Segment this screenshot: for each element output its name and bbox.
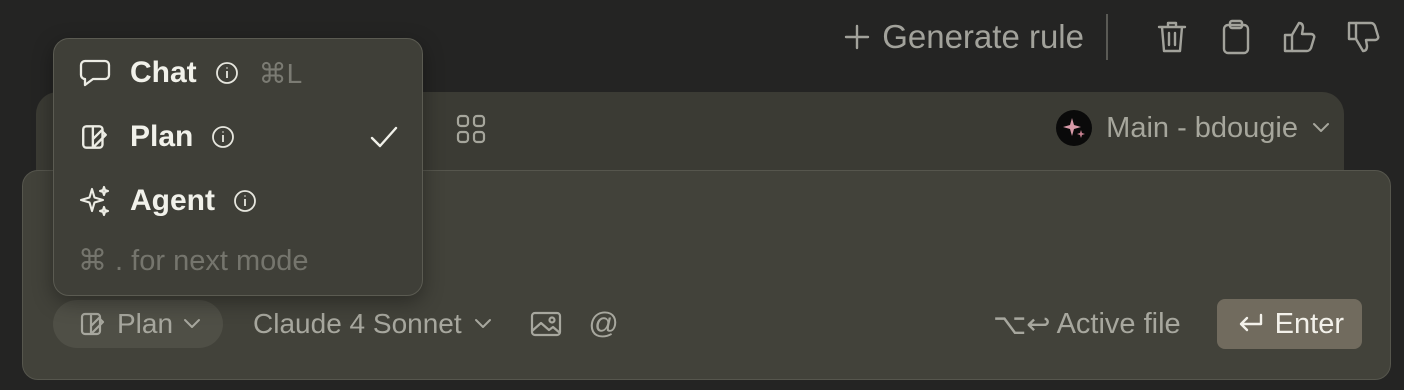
model-label: Claude 4 Sonnet	[253, 308, 462, 339]
mode-selector[interactable]: Plan	[53, 300, 224, 348]
chevron-down-icon	[1312, 122, 1330, 134]
plan-icon	[78, 120, 112, 154]
chevron-down-icon	[474, 318, 492, 330]
enter-button[interactable]: Enter	[1216, 299, 1362, 349]
top-toolbar: Generate rule	[836, 12, 1386, 62]
menu-item-label: Agent	[130, 184, 215, 217]
active-file-shortcut: ⌥↩	[992, 308, 1051, 341]
info-icon[interactable]	[211, 125, 235, 149]
trash-icon[interactable]	[1150, 15, 1194, 59]
clipboard-icon[interactable]	[1214, 15, 1258, 59]
return-icon	[1237, 312, 1265, 336]
chat-bubble-icon	[78, 56, 112, 90]
generate-rule-label: Generate rule	[882, 18, 1084, 55]
at-symbol: @	[588, 307, 619, 340]
composer-controls: Plan Claude 4 Sonnet @ ⌥↩ Active file En…	[53, 299, 1362, 349]
info-icon[interactable]	[233, 189, 257, 213]
menu-item-chat[interactable]: Chat ⌘L	[78, 47, 398, 99]
image-icon[interactable]	[528, 306, 564, 342]
checkmark-icon	[370, 126, 398, 148]
menu-item-plan[interactable]: Plan	[78, 111, 398, 163]
next-mode-hint: ⌘ . for next mode	[78, 245, 309, 277]
toolbar-divider	[1106, 14, 1108, 60]
mode-menu: Chat ⌘L Plan Agent ⌘ . for next mode	[53, 38, 423, 296]
active-file-button[interactable]: ⌥↩ Active file	[993, 307, 1181, 342]
thumbs-up-icon[interactable]	[1278, 15, 1322, 59]
thumbs-down-icon[interactable]	[1342, 15, 1386, 59]
chevron-down-icon	[183, 318, 201, 330]
branch-selector[interactable]: Main - bdougie	[1056, 106, 1336, 150]
menu-item-label: Plan	[130, 120, 194, 153]
active-file-label: Active file	[1056, 307, 1181, 340]
grid-icon[interactable]	[456, 114, 496, 150]
avatar	[1056, 110, 1093, 146]
sparkle-icon	[78, 184, 112, 218]
info-icon[interactable]	[215, 61, 239, 85]
mention-button[interactable]: @	[586, 306, 622, 342]
plan-icon	[79, 310, 107, 338]
menu-item-agent[interactable]: Agent	[78, 175, 398, 227]
plus-icon	[844, 24, 870, 50]
enter-label: Enter	[1274, 307, 1344, 340]
branch-label: Main - bdougie	[1106, 111, 1298, 144]
menu-item-shortcut: ⌘L	[258, 57, 303, 89]
menu-item-label: Chat	[130, 56, 197, 89]
model-selector[interactable]: Claude 4 Sonnet	[253, 308, 492, 340]
mode-label: Plan	[117, 308, 174, 339]
generate-rule-button[interactable]: Generate rule	[836, 18, 1106, 56]
